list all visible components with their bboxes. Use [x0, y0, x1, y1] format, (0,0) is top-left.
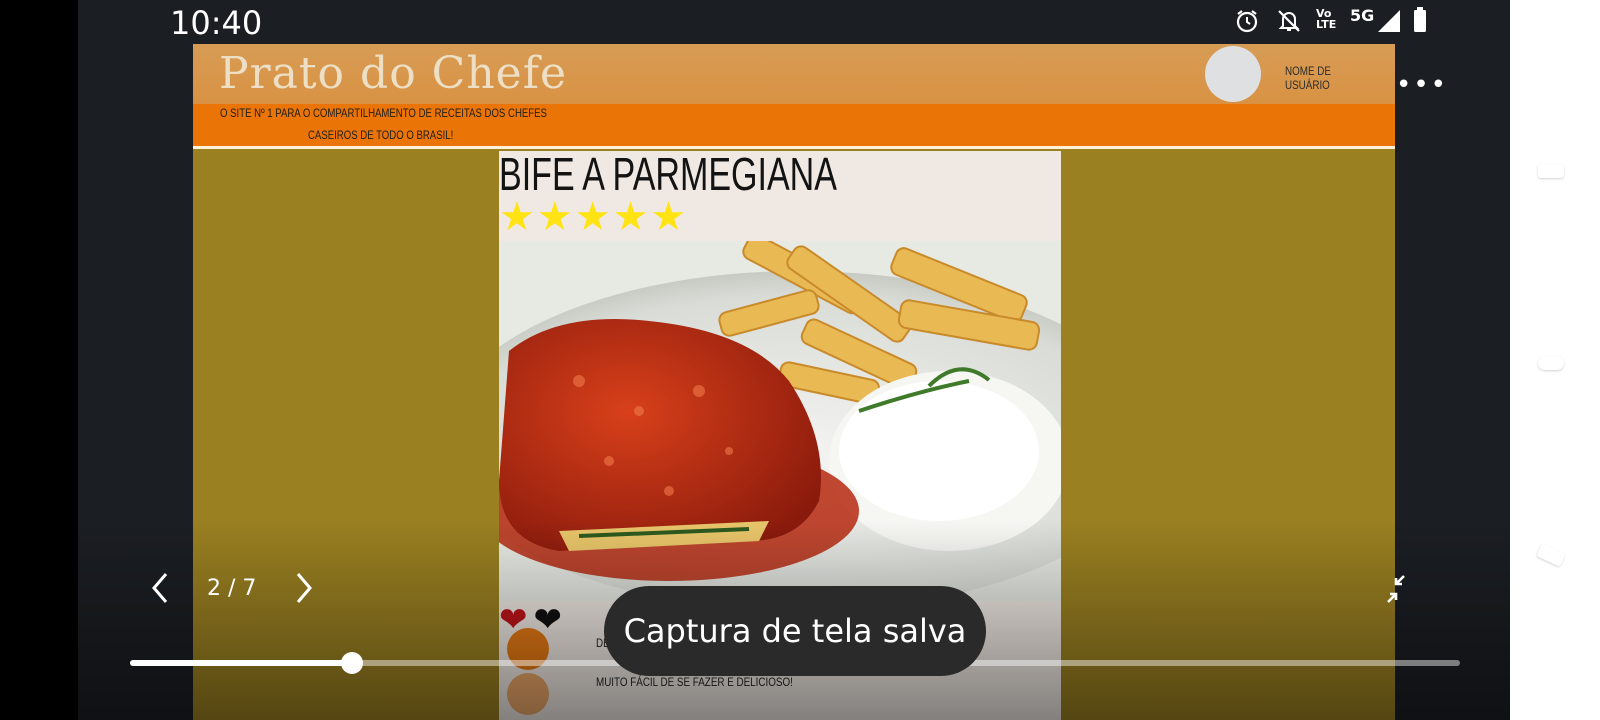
- recipe-title: BIFE A PARMEGIANA: [499, 148, 837, 200]
- status-time: 10:40: [170, 4, 263, 42]
- chevron-left-icon: [152, 573, 168, 603]
- 5g-icon: 5G: [1350, 6, 1375, 25]
- site-tagline-band: O SITE Nº 1 PARA O COMPARTILHAMENTO DE R…: [193, 104, 1395, 149]
- site-header: Prato do Chefe NOME DE USUÁRIO: [193, 44, 1395, 104]
- chevron-right-icon: [296, 573, 312, 603]
- comment-text-2: MUITO FÁCIL DE SE FAZER E DELICIOSO!: [596, 675, 793, 689]
- page-indicator: 2 / 7: [207, 576, 257, 601]
- next-button[interactable]: [290, 570, 318, 606]
- toast-message: Captura de tela salva: [604, 586, 986, 676]
- comment-avatar-2: [507, 673, 549, 715]
- user-avatar: [1205, 46, 1261, 102]
- notifications-off-icon: [1276, 8, 1302, 38]
- signal-icon: [1376, 8, 1402, 38]
- seek-thumb[interactable]: [341, 652, 363, 674]
- rating-stars: ★★★★★: [499, 194, 689, 240]
- right-side-strip: [1510, 0, 1600, 720]
- site-tagline-line-2: CASEIROS DE TODO O BRASIL!: [308, 128, 454, 142]
- seek-progress: [130, 660, 352, 666]
- phone-screen: 10:40 Vo LTE 5G Prato do Chefe NOME DE U…: [78, 0, 1510, 720]
- alarm-icon: [1234, 8, 1260, 38]
- user-name-label: NOME DE USUÁRIO: [1285, 64, 1331, 92]
- food-photo: [499, 241, 1061, 601]
- previous-button[interactable]: [146, 570, 174, 606]
- collapse-icon: [1387, 575, 1405, 603]
- battery-icon: [1412, 6, 1428, 38]
- site-tagline-line-1: O SITE Nº 1 PARA O COMPARTILHAMENTO DE R…: [220, 106, 547, 120]
- site-logo: Prato do Chefe: [219, 48, 568, 99]
- volte-icon: Vo LTE: [1316, 7, 1337, 31]
- exit-fullscreen-button[interactable]: [1382, 572, 1418, 608]
- left-black-margin: [0, 0, 78, 720]
- more-options-button[interactable]: •••: [1396, 70, 1448, 100]
